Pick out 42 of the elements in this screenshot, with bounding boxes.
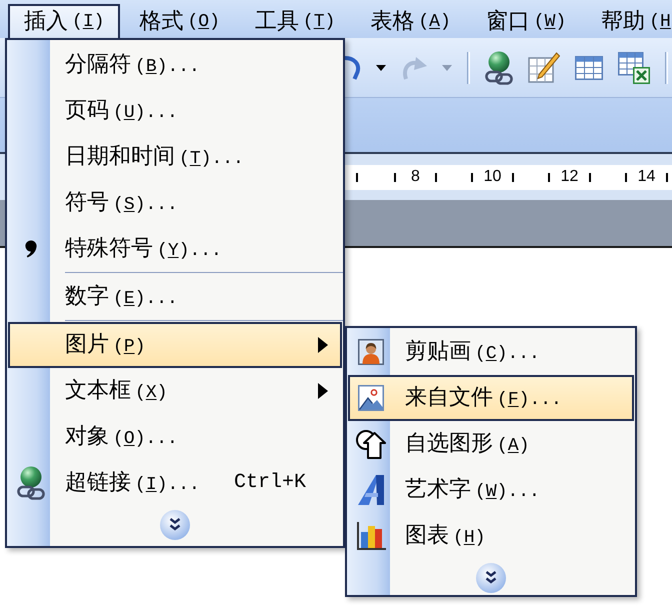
ruler-number: 14 xyxy=(638,169,656,185)
landscape-picture-icon xyxy=(358,385,384,411)
double-chevron-icon[interactable] xyxy=(476,563,506,593)
menu-item[interactable]: 分隔符 (B)... xyxy=(8,42,342,88)
submenu-arrow-icon xyxy=(318,337,328,353)
menu-bar-item[interactable]: 工具 (T) xyxy=(238,4,352,38)
ruler-number: 8 xyxy=(411,169,420,185)
menu-item[interactable]: 日期和时间 (T)... xyxy=(8,134,342,180)
menu-bar-item[interactable]: 窗口 (W) xyxy=(470,4,582,38)
menu-item[interactable]: 文本框 (X) xyxy=(8,368,342,414)
comma-icon xyxy=(25,240,37,258)
globe-link-icon xyxy=(17,466,45,500)
ruler-number: 12 xyxy=(560,169,578,185)
table-pencil-icon[interactable] xyxy=(528,52,560,84)
menu-bar-item[interactable]: 表格 (A) xyxy=(354,4,467,38)
globe-link-icon[interactable] xyxy=(485,50,513,84)
wordart-icon xyxy=(357,474,385,506)
caret-icon[interactable] xyxy=(376,64,386,70)
shortcut-text: Ctrl+K xyxy=(234,473,306,493)
menu-item[interactable]: 数字 (E)... xyxy=(8,274,342,320)
menu-item[interactable]: 特殊符号 (Y)... xyxy=(8,226,342,272)
menu-item[interactable]: 页码 (U)... xyxy=(8,88,342,134)
person-picture-icon xyxy=(358,339,384,365)
menu-bar-item[interactable]: 插入 (I) xyxy=(8,4,120,38)
sheet-table-icon[interactable] xyxy=(618,52,650,84)
ruler-number: 10 xyxy=(484,169,502,185)
bar-chart-icon xyxy=(356,521,386,551)
table-icon[interactable] xyxy=(575,56,603,80)
menu-item[interactable]: 符号 (S)... xyxy=(8,180,342,226)
menu-item[interactable]: 图表 (H) xyxy=(348,513,634,559)
shapes-icon xyxy=(356,429,386,459)
menu-item[interactable]: 剪贴画 (C)... xyxy=(348,329,634,375)
double-chevron-icon[interactable] xyxy=(160,510,190,540)
menu-item[interactable]: 来自文件 (F)... xyxy=(348,375,634,421)
menu-bar-item[interactable]: 格式 (O) xyxy=(123,4,236,38)
menu-item[interactable]: 对象 (O)... xyxy=(8,414,342,460)
menu-item[interactable]: 图片 (P) xyxy=(8,322,342,368)
menu-bar-item[interactable]: 帮助 (H xyxy=(585,4,672,38)
menu-item[interactable]: 艺术字 (W)... xyxy=(348,467,634,513)
menu-item[interactable]: 超链接 (I)... Ctrl+K xyxy=(8,460,342,506)
submenu-arrow-icon xyxy=(318,383,328,399)
menu-item[interactable]: 自选图形 (A) xyxy=(348,421,634,467)
